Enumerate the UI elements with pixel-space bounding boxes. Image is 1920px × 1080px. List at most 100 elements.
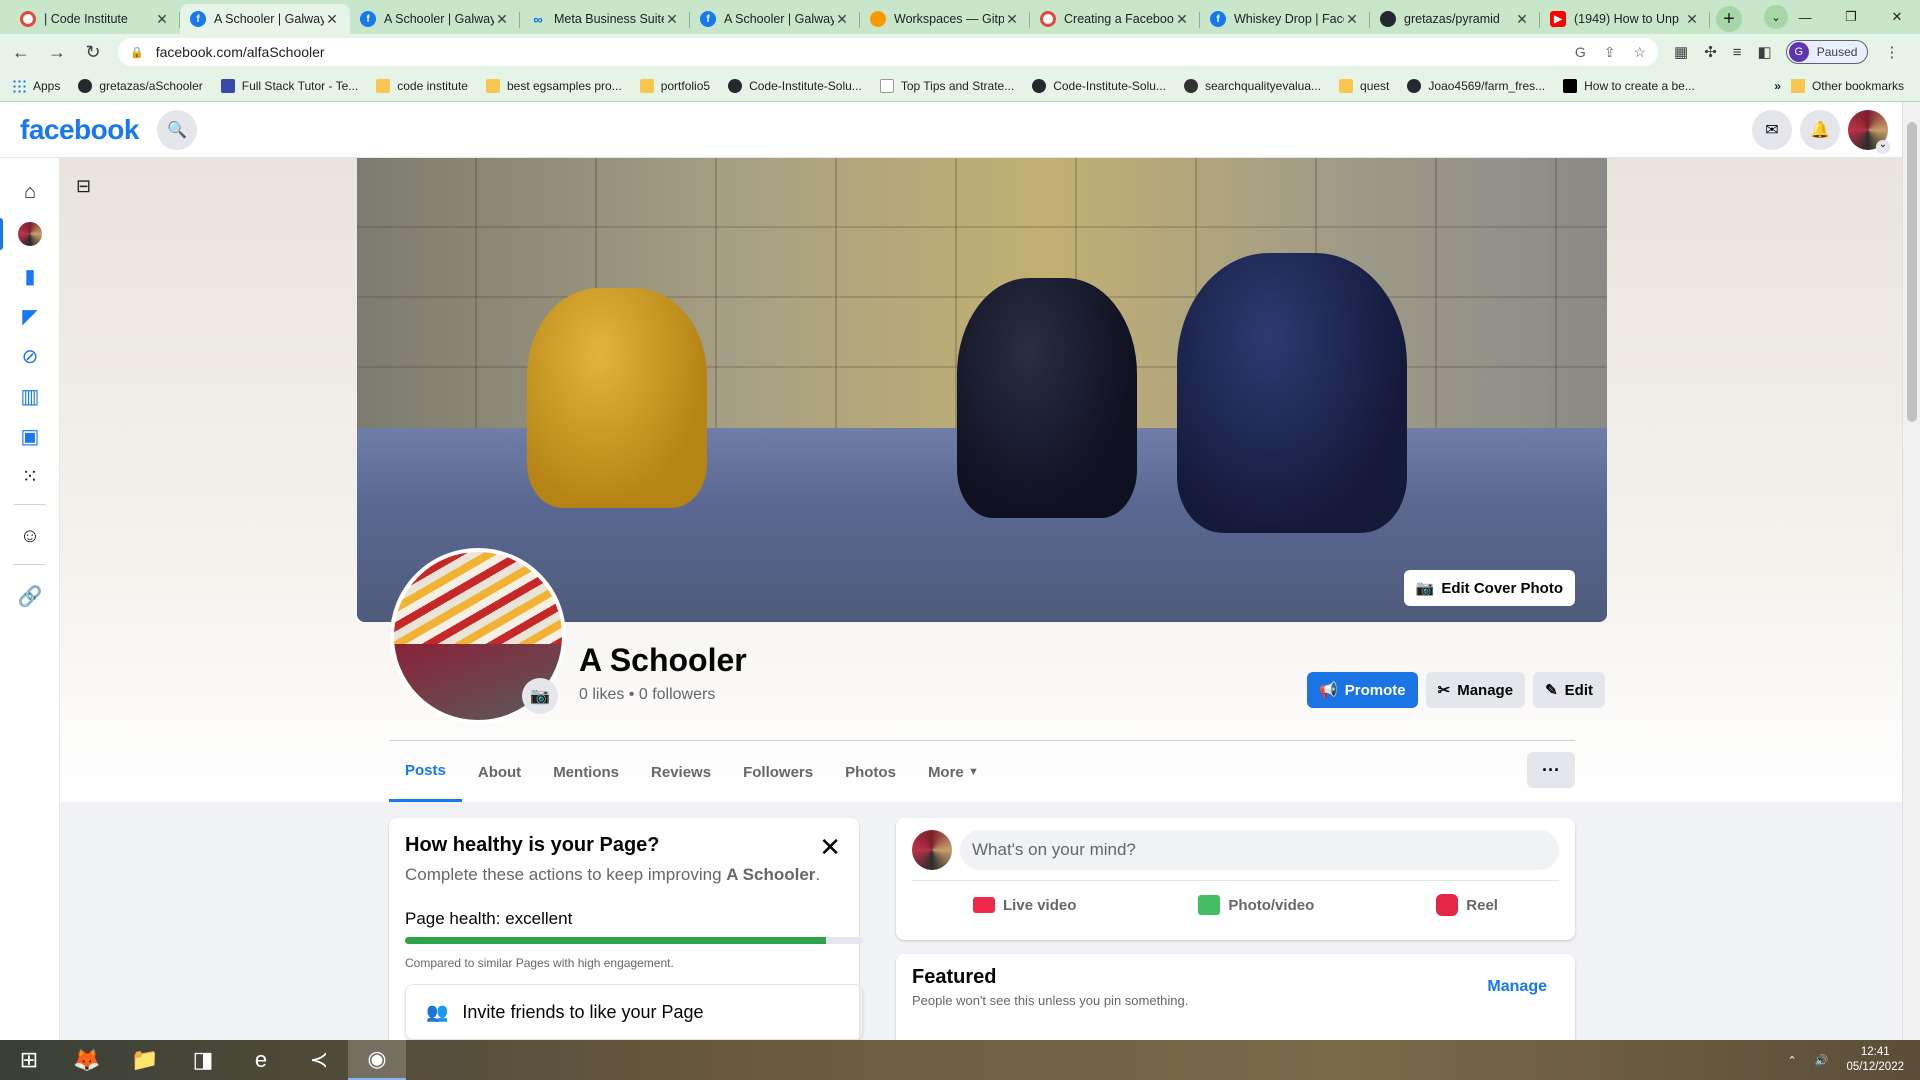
tab-more[interactable]: More ▼ [912, 742, 995, 802]
live-video-button[interactable]: Live video [973, 887, 1076, 923]
notifications-bell-icon[interactable]: 🔔 [1800, 110, 1840, 150]
link-icon[interactable]: 🔗 [0, 576, 60, 616]
chrome-icon[interactable]: ◉ [348, 1040, 406, 1080]
page-scrollbar[interactable] [1902, 102, 1920, 1040]
page-avatar-nav[interactable] [0, 214, 60, 254]
address-bar[interactable]: 🔒 facebook.com/alfaSchooler G ⇪ ☆ [118, 38, 1658, 66]
home-icon[interactable]: ⌂ [0, 172, 60, 212]
close-tab-icon[interactable]: ✕ [154, 11, 170, 28]
extension-icon[interactable]: ▦ [1674, 43, 1688, 61]
groups-icon[interactable]: ☺ [0, 516, 60, 556]
other-bookmarks[interactable]: Other bookmarks [1790, 78, 1904, 93]
profile-chip[interactable]: G Paused [1785, 40, 1869, 64]
planner-icon[interactable]: ▥ [0, 376, 60, 416]
insights-chart-icon[interactable]: ▮ [0, 256, 60, 296]
browser-tab[interactable]: Creating a Facebook ✕ [1030, 4, 1200, 34]
tab-followers[interactable]: Followers [727, 742, 829, 802]
minimize-icon[interactable]: — [1782, 10, 1828, 25]
more-bookmarks-icon[interactable]: » [1774, 79, 1781, 93]
reload-icon[interactable]: ↻ [78, 37, 108, 67]
share-icon[interactable]: ⇪ [1604, 44, 1616, 61]
collapse-sidebar-icon[interactable]: ⊟ [76, 176, 91, 197]
forward-icon[interactable]: → [42, 37, 72, 67]
firefox-icon[interactable]: 🦊 [58, 1040, 116, 1080]
promote-button[interactable]: 📢 Promote [1307, 672, 1418, 708]
search-icon[interactable]: 🔍 [156, 109, 197, 150]
meta-business-icon[interactable]: ⊘ [0, 336, 60, 376]
browser-tab[interactable]: ∞ Meta Business Suite ✕ [520, 4, 690, 34]
close-tab-icon[interactable]: ✕ [834, 11, 850, 28]
url-text[interactable]: facebook.com/alfaSchooler [156, 44, 1557, 60]
browser-tab[interactable]: f A Schooler | Galway ✕ [350, 4, 520, 34]
file-explorer-icon[interactable]: 📁 [116, 1040, 174, 1080]
reading-list-icon[interactable]: ≡ [1733, 44, 1742, 61]
close-tab-icon[interactable]: ✕ [1004, 11, 1020, 28]
internet-explorer-icon[interactable]: e [232, 1040, 290, 1080]
reel-button[interactable]: Reel [1436, 887, 1498, 923]
bookmark-item[interactable]: Code-Institute-Solu... [728, 78, 862, 93]
camera-icon[interactable]: 📷 [522, 678, 558, 714]
account-avatar[interactable] [1848, 110, 1890, 154]
edit-cover-photo-button[interactable]: 📷 Edit Cover Photo [1403, 570, 1575, 606]
browser-tab[interactable]: Workspaces — Gitp ✕ [860, 4, 1030, 34]
browser-tab[interactable]: ▶ (1949) How to Unp ✕ [1540, 4, 1710, 34]
scrollbar-thumb[interactable] [1907, 122, 1917, 422]
content-icon[interactable]: ▣ [0, 416, 60, 456]
browser-tab[interactable]: gretazas/pyramid ✕ [1370, 4, 1540, 34]
bookmark-star-icon[interactable]: ☆ [1633, 44, 1646, 61]
volume-icon[interactable]: 🔊 [1815, 1054, 1829, 1067]
vscode-icon[interactable]: ≺ [290, 1040, 348, 1080]
messenger-icon[interactable]: ✉ [1752, 110, 1792, 150]
close-tab-icon[interactable]: ✕ [1684, 11, 1700, 28]
chrome-menu-icon[interactable]: ⋮ [1884, 43, 1899, 61]
featured-manage-link[interactable]: Manage [1487, 978, 1547, 996]
browser-tab[interactable]: f Whiskey Drop | Face ✕ [1200, 4, 1370, 34]
bookmark-item[interactable]: gretazas/aSchooler [78, 78, 203, 93]
bookmark-folder[interactable]: best egsamples pro... [485, 78, 622, 93]
close-tab-icon[interactable]: ✕ [1344, 11, 1360, 28]
tab-photos[interactable]: Photos [829, 742, 912, 802]
restore-icon[interactable]: ❐ [1828, 9, 1874, 25]
side-panel-icon[interactable]: ◧ [1758, 43, 1772, 61]
tab-mentions[interactable]: Mentions [537, 742, 635, 802]
tab-reviews[interactable]: Reviews [635, 742, 727, 802]
extensions-puzzle-icon[interactable]: ✣ [1704, 43, 1717, 61]
clock[interactable]: 12:41 05/12/2022 [1846, 1045, 1904, 1075]
close-tab-icon[interactable]: ✕ [664, 11, 680, 28]
bookmark-apps[interactable]: Apps [12, 78, 60, 93]
close-window-icon[interactable]: ✕ [1874, 9, 1920, 25]
tray-chevron-icon[interactable]: ⌃ [1788, 1054, 1797, 1067]
windows-start-icon[interactable]: ⊞ [0, 1040, 58, 1080]
browser-tab[interactable]: | Code Institute ✕ [10, 4, 180, 34]
ad-center-megaphone-icon[interactable]: ◤ [0, 296, 60, 336]
bookmark-item[interactable]: Full Stack Tutor - Te... [220, 78, 358, 93]
lock-icon[interactable]: 🔒 [130, 46, 144, 59]
bookmark-item[interactable]: Code-Institute-Solu... [1032, 78, 1166, 93]
tab-posts[interactable]: Posts [389, 742, 462, 802]
invite-friends-button[interactable]: 👥 Invite friends to like your Page [405, 984, 863, 1040]
photo-video-button[interactable]: Photo/video [1198, 887, 1314, 923]
bookmark-item[interactable]: searchqualityevalua... [1183, 78, 1321, 93]
facebook-logo[interactable]: facebook [20, 114, 139, 146]
tab-about[interactable]: About [462, 742, 537, 802]
browser-tab[interactable]: f A Schooler | Galway ✕ [690, 4, 860, 34]
cover-photo[interactable]: 📷 Edit Cover Photo [357, 158, 1607, 622]
close-icon[interactable]: ✕ [819, 832, 841, 863]
page-avatar[interactable] [912, 830, 952, 870]
bookmark-item[interactable]: Joao4569/farm_fres... [1407, 78, 1545, 93]
back-icon[interactable]: ← [6, 37, 36, 67]
more-options-button[interactable]: ··· [1527, 752, 1575, 788]
close-tab-icon[interactable]: ✕ [1174, 11, 1190, 28]
close-tab-icon[interactable]: ✕ [494, 11, 510, 28]
bookmark-folder[interactable]: portfolio5 [639, 78, 710, 93]
all-tools-grid-icon[interactable]: ⁙ [0, 456, 60, 496]
browser-tab-active[interactable]: f A Schooler | Galway ✕ [180, 4, 350, 34]
close-tab-icon[interactable]: ✕ [324, 11, 340, 28]
bookmark-item[interactable]: Top Tips and Strate... [879, 78, 1014, 93]
close-tab-icon[interactable]: ✕ [1514, 11, 1530, 28]
google-lens-icon[interactable]: G [1575, 44, 1586, 60]
new-tab-button[interactable]: + [1716, 6, 1742, 32]
bookmark-item[interactable]: How to create a be... [1563, 78, 1695, 93]
edit-button[interactable]: ✎ Edit [1533, 672, 1605, 708]
bookmark-folder[interactable]: quest [1339, 78, 1389, 93]
